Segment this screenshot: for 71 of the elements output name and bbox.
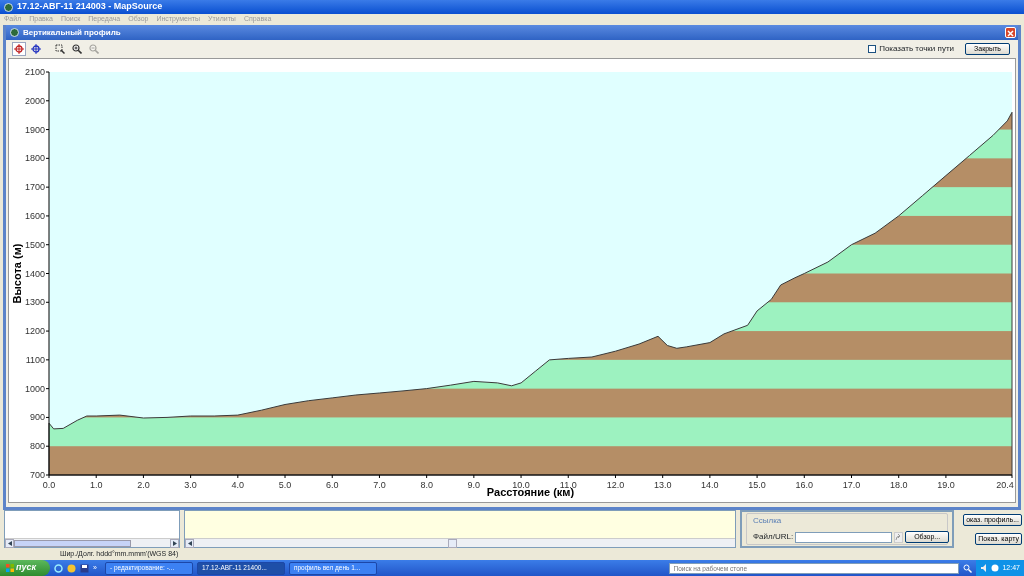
url-field[interactable]: [795, 531, 893, 543]
close-icon: [1007, 29, 1014, 37]
y-tick-label: 1300: [24, 297, 45, 308]
x-tick-label: 4.0: [231, 480, 245, 490]
y-tick-label: 1800: [24, 153, 45, 164]
tool-button[interactable]: [29, 42, 43, 56]
y-tick-label: 1100: [25, 354, 45, 365]
x-tick-label: 13.0: [653, 480, 672, 490]
resize-grip[interactable]: [448, 538, 457, 548]
checkbox[interactable]: [868, 45, 877, 53]
field-label: Файл/URL:: [753, 531, 794, 543]
x-tick-label: 0.0: [42, 480, 56, 490]
x-tick-label: 1.0: [89, 480, 103, 490]
crosshair-icon: [14, 44, 24, 54]
y-tick-label: 1000: [24, 383, 45, 394]
y-tick-label: 800: [29, 441, 45, 452]
y-tick-label: 1400: [24, 268, 45, 279]
search-icon: [963, 563, 973, 573]
x-tick-label: 8.0: [420, 480, 433, 490]
tool-button[interactable]: [53, 42, 67, 56]
right-arrow-icon: [172, 540, 177, 546]
magnifier-icon: [55, 44, 65, 54]
y-tick-label: 700: [29, 470, 45, 480]
arrow-icon: [895, 533, 903, 541]
tool-button[interactable]: [12, 42, 26, 56]
x-tick-label: 2.0: [137, 480, 150, 490]
x-tick-label: 15.0: [748, 480, 766, 490]
scroll-right-button[interactable]: [170, 538, 179, 548]
x-tick-label: 9.0: [467, 480, 481, 490]
scroll-left-button[interactable]: [185, 538, 194, 548]
scroll-thumb[interactable]: [14, 539, 131, 547]
y-tick-label: 1500: [24, 239, 45, 250]
x-tick-label: 16.0: [795, 480, 814, 490]
x-tick-label: 19.0: [937, 480, 955, 490]
x-tick-label: 3.0: [184, 480, 197, 490]
left-arrow-icon: [187, 540, 192, 546]
left-arrow-icon: [7, 540, 12, 546]
y-tick-label: 2000: [24, 95, 45, 106]
crosshair-icon: [31, 44, 41, 54]
x-tick-label: 20.4: [996, 480, 1014, 490]
y-tick-label: 1600: [24, 210, 45, 221]
globe-icon: [10, 28, 19, 37]
x-tick-label: 10.0: [512, 480, 530, 490]
close-button[interactable]: [1005, 27, 1016, 38]
y-tick-label: 1700: [24, 182, 45, 193]
zoom-in-icon: [72, 44, 82, 54]
speaker-icon: [980, 564, 989, 572]
x-tick-label: 14.0: [701, 480, 719, 490]
group-title: Ссылка: [753, 515, 783, 527]
zoom-out-icon: [89, 44, 99, 54]
tool-button[interactable]: [70, 42, 84, 56]
go-button[interactable]: [894, 531, 904, 543]
y-tick-label: 2100: [24, 67, 45, 77]
start-button[interactable]: пуск: [0, 560, 51, 576]
dialog-title: Вертикальный профиль: [23, 26, 122, 39]
scrollbar[interactable]: [5, 538, 179, 547]
y-tick-label: 1200: [24, 326, 45, 337]
checkbox-label: Показать точки пути: [879, 43, 955, 55]
y-axis-title: Высота (м): [11, 243, 23, 304]
x-tick-label: 12.0: [606, 480, 625, 490]
globe-icon: [4, 2, 13, 12]
x-tick-label: 18.0: [889, 480, 908, 490]
x-tick-label: 7.0: [373, 480, 386, 490]
x-tick-label: 17.0: [842, 480, 861, 490]
window-title: 17.12-АВГ-11 214003 - MapSource: [17, 0, 163, 14]
y-tick-label: 900: [29, 412, 45, 423]
x-tick-label: 5.0: [278, 480, 292, 490]
x-tick-label: 6.0: [326, 480, 339, 490]
scroll-left-button[interactable]: [5, 538, 14, 548]
windows-flag-icon: [6, 564, 14, 572]
y-tick-label: 1900: [24, 124, 45, 135]
